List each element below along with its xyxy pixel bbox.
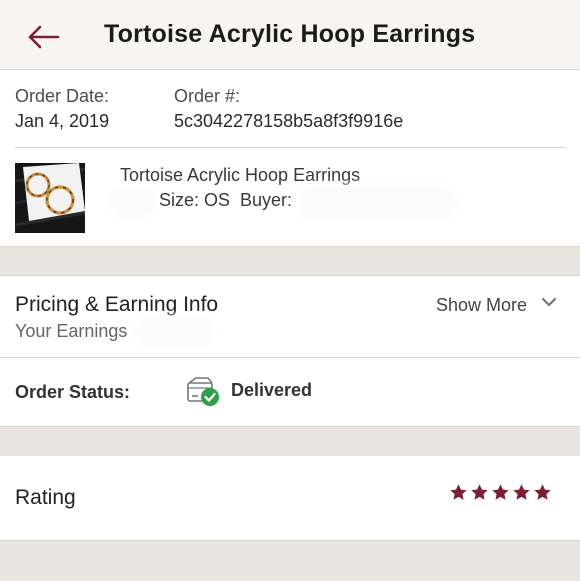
divider bbox=[15, 147, 566, 148]
star-icon bbox=[513, 484, 530, 500]
item-name[interactable]: Tortoise Acrylic Hoop Earrings bbox=[120, 165, 360, 186]
order-status-section: Order Status: Delivered bbox=[0, 358, 580, 426]
show-more-button[interactable]: Show More bbox=[436, 295, 527, 316]
rating-section: Rating bbox=[0, 456, 580, 540]
order-details-section: Order Date: Jan 4, 2019 Order #: 5c30422… bbox=[0, 70, 580, 246]
chevron-down-icon[interactable] bbox=[541, 294, 557, 310]
section-spacer bbox=[0, 246, 580, 276]
page-title: Tortoise Acrylic Hoop Earrings bbox=[104, 20, 476, 48]
star-icon bbox=[450, 484, 467, 500]
order-status-value: Delivered bbox=[231, 380, 313, 400]
earrings-image-icon bbox=[15, 163, 85, 233]
order-date-label: Order Date: bbox=[15, 86, 110, 106]
order-number-label: Order #: bbox=[174, 86, 241, 106]
rating-stars bbox=[449, 483, 552, 503]
top-bar: Tortoise Acrylic Hoop Earrings bbox=[0, 0, 580, 70]
order-date-value: Jan 4, 2019 bbox=[15, 111, 110, 131]
redacted-earnings bbox=[140, 321, 210, 341]
star-icon bbox=[534, 484, 551, 500]
star-icon bbox=[492, 484, 509, 500]
star-icon bbox=[471, 484, 488, 500]
item-size-buyer: Size: OS Buyer: bbox=[159, 190, 293, 210]
order-number-value: 5c3042278158b5a8f3f9916e bbox=[174, 111, 404, 131]
earnings-label: Your Earnings bbox=[15, 321, 128, 341]
redacted-region bbox=[114, 192, 154, 212]
order-status-label: Order Status: bbox=[15, 382, 131, 402]
section-spacer bbox=[0, 426, 580, 457]
box-check-icon bbox=[187, 377, 219, 406]
rating-label: Rating bbox=[15, 486, 76, 509]
product-thumbnail[interactable] bbox=[15, 163, 85, 233]
pricing-title: Pricing & Earning Info bbox=[15, 293, 219, 316]
section-spacer bbox=[0, 540, 580, 581]
redacted-buyer bbox=[302, 190, 452, 214]
pricing-section[interactable]: Pricing & Earning Info Your Earnings Sho… bbox=[0, 276, 580, 356]
arrow-left-icon[interactable] bbox=[25, 22, 61, 52]
